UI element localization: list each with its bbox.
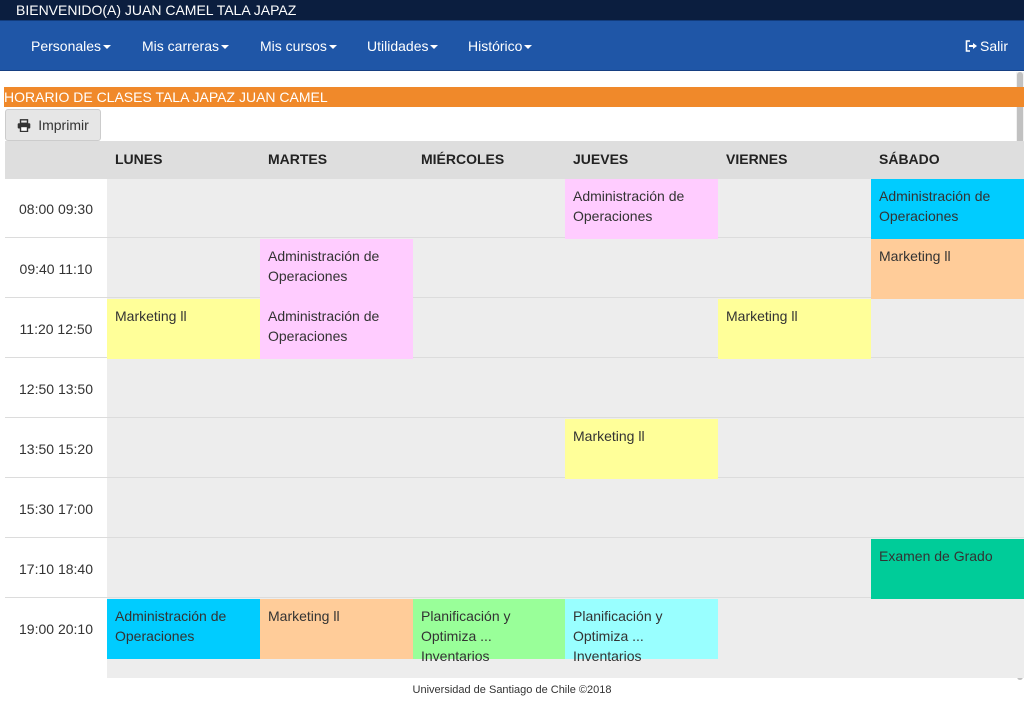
class-block[interactable]: Marketing ll	[565, 419, 718, 479]
day-header-lunes: LUNES	[115, 151, 163, 167]
caret-down-icon	[328, 45, 337, 50]
class-block[interactable]: Administración de Operaciones	[260, 299, 413, 359]
row-divider	[5, 477, 1024, 478]
time-slot-label: 09:40 11:10	[19, 261, 93, 277]
nav-historico[interactable]: Histórico	[468, 21, 533, 71]
day-header-sabado: SÁBADO	[879, 151, 940, 167]
nav-mis-carreras[interactable]: Mis carreras	[142, 21, 230, 71]
logout-link[interactable]: Salir	[965, 21, 1008, 71]
caret-down-icon	[103, 45, 112, 50]
time-slot-label: 13:50 15:20	[19, 441, 93, 457]
time-slot-label: 12:50 13:50	[19, 381, 93, 397]
time-slot-label: 17:10 18:40	[19, 561, 93, 577]
nav-utilidades[interactable]: Utilidades	[367, 21, 439, 71]
main-navbar: Personales Mis carreras Mis cursos Utili…	[0, 20, 1024, 71]
class-block[interactable]: Marketing ll	[871, 239, 1024, 299]
time-slot-label: 08:00 09:30	[19, 201, 93, 217]
caret-down-icon	[221, 45, 230, 50]
schedule-title: HORARIO DE CLASES TALA JAPAZ JUAN CAMEL	[4, 87, 1024, 107]
day-header-jueves: JUEVES	[573, 151, 629, 167]
time-slot-label: 15:30 17:00	[19, 501, 93, 517]
schedule-grid: LUNES MARTES MIÉRCOLES JUEVES VIERNES SÁ…	[5, 141, 1024, 678]
welcome-bar: BIENVENIDO(A) JUAN CAMEL TALA JAPAZ	[0, 0, 1024, 20]
caret-down-icon	[430, 45, 439, 50]
class-block[interactable]: Administración de Operaciones	[871, 179, 1024, 239]
sign-out-icon	[965, 40, 977, 52]
time-slot-label: 11:20 12:50	[19, 321, 93, 337]
class-block[interactable]: Marketing ll	[107, 299, 260, 359]
nav-personales[interactable]: Personales	[31, 21, 112, 71]
class-block[interactable]: Marketing ll	[260, 599, 413, 659]
schedule-header-row: LUNES MARTES MIÉRCOLES JUEVES VIERNES SÁ…	[5, 141, 1024, 179]
caret-down-icon	[524, 45, 533, 50]
class-block[interactable]: Administración de Operaciones	[260, 239, 413, 299]
day-header-miercoles: MIÉRCOLES	[421, 151, 505, 167]
class-block[interactable]: Planificación y Optimiza ... Inventarios	[565, 599, 718, 664]
class-block[interactable]: Planificación y Optimiza ... Inventarios	[413, 599, 565, 664]
row-divider	[5, 417, 1024, 418]
day-header-martes: MARTES	[268, 151, 328, 167]
day-header-viernes: VIERNES	[726, 151, 788, 167]
class-block[interactable]: Administración de Operaciones	[565, 179, 718, 239]
printer-icon	[17, 118, 31, 132]
class-block[interactable]: Examen de Grado	[871, 539, 1024, 599]
class-block[interactable]: Marketing ll	[718, 299, 871, 359]
time-column: 08:00 09:30 09:40 11:10 11:20 12:50 12:5…	[5, 179, 107, 678]
row-divider	[5, 537, 1024, 538]
class-block[interactable]: Administración de Operaciones	[107, 599, 260, 659]
print-button[interactable]: Imprimir	[5, 109, 101, 141]
welcome-text: BIENVENIDO(A) JUAN CAMEL TALA JAPAZ	[16, 2, 297, 18]
time-slot-label: 19:00 20:10	[19, 621, 93, 637]
footer-text: Universidad de Santiago de Chile ©2018	[412, 684, 612, 696]
nav-mis-cursos[interactable]: Mis cursos	[260, 21, 337, 71]
